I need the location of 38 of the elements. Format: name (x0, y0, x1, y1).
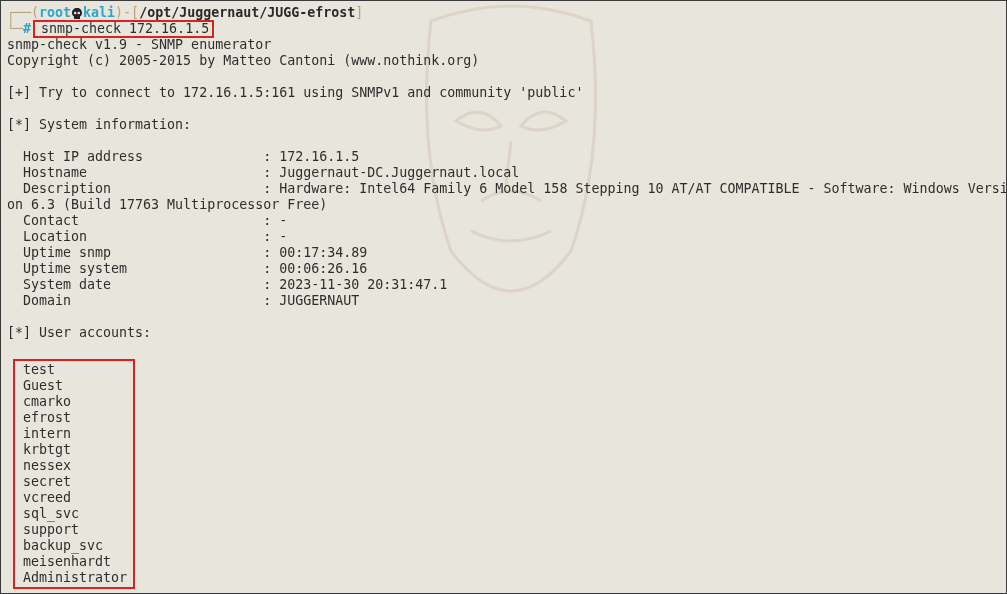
user-account: intern (23, 426, 72, 441)
prompt-decoration: └─ (7, 21, 23, 37)
prompt-decoration: ] (355, 5, 364, 21)
output-line: System date : 2023-11-30 20:31:47.1 (22, 277, 448, 292)
output-line: Uptime snmp : 00:17:34.89 (22, 245, 368, 260)
output-line: snmp-check v1.9 - SNMP enumerator (7, 37, 272, 52)
user-account: test (23, 362, 56, 377)
command-text: snmp-check 172.16.1.5 (33, 20, 215, 38)
user-account: meisenhardt (23, 554, 112, 569)
user-account: Administrator (23, 570, 128, 585)
prompt-symbol: # (23, 21, 32, 37)
user-account: nessex (23, 458, 72, 473)
prompt-decoration: ┌──( (7, 5, 40, 21)
output-line: Location : - (22, 229, 288, 244)
output-line: Uptime system : 00:06:26.16 (22, 261, 368, 276)
prompt-decoration: )-[ (115, 5, 140, 21)
user-account: vcreed (23, 490, 72, 505)
user-account: backup_svc (23, 538, 104, 553)
prompt-host: kali (83, 5, 116, 21)
output-line: [*] System information: (7, 117, 192, 132)
user-account: sql_svc (23, 506, 80, 521)
prompt-user: root (39, 5, 72, 21)
user-account: support (23, 522, 80, 537)
output-line: Host IP address : 172.16.1.5 (22, 149, 360, 164)
user-account: Guest (23, 378, 64, 393)
output-line: Contact : - (22, 213, 288, 228)
output-line: Description : Hardware: Intel64 Family 6 Model 158 Stepping 10 AT/AT COMPATIBLE - Software: Windows Version 6.3 (Build 17763 Multiprocessor Free) (7, 181, 1006, 212)
user-account: efrost (23, 410, 72, 425)
user-account: krbtgt (23, 442, 72, 457)
output-line: Copyright (c) 2005-2015 by Matteo Cantoni (www.nothink.org) (7, 53, 480, 68)
prompt-path: /opt/Juggernaut/JUGG-efrost (139, 5, 356, 21)
output-line: [+] Try to connect to 172.16.1.5:161 using SNMPv1 and community 'public' (7, 85, 584, 100)
output-line: Hostname : Juggernaut-DC.Juggernaut.local (22, 165, 520, 180)
output-line: Domain : JUGGERNAUT (22, 293, 360, 308)
skull-icon (72, 7, 83, 19)
user-account: cmarko (23, 394, 72, 409)
output-line: [*] User accounts: (7, 325, 152, 340)
user-account: secret (23, 474, 72, 489)
